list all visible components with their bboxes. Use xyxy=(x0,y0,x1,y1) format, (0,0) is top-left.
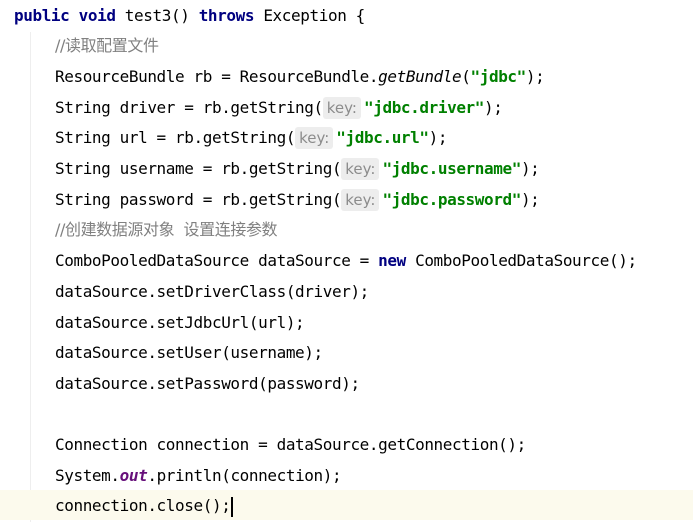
keyword-throws: throws xyxy=(198,6,255,25)
exception-type: Exception { xyxy=(254,6,365,25)
code-line-new-datasource[interactable]: ComboPooledDataSource dataSource = new C… xyxy=(55,246,637,276)
parameter-hint: key: xyxy=(341,158,380,180)
code-text: String password = rb.getString( xyxy=(55,190,342,209)
code-text: String driver = rb.getString( xyxy=(55,98,323,117)
code-line-resource-bundle[interactable]: ResourceBundle rb = ResourceBundle.getBu… xyxy=(55,62,545,92)
code-text: Connection connection = dataSource.getCo… xyxy=(55,435,526,454)
code-line-set-user[interactable]: dataSource.setUser(username); xyxy=(55,338,323,368)
string-literal: "jdbc.url" xyxy=(336,128,429,147)
code-line-set-password[interactable]: dataSource.setPassword(password); xyxy=(55,369,360,399)
method-name: test3() xyxy=(115,6,199,25)
code-line-comment-datasource[interactable]: //创建数据源对象 设置连接参数 xyxy=(55,215,278,245)
code-text: dataSource.setDriverClass(driver); xyxy=(55,282,369,301)
code-text: ResourceBundle rb = ResourceBundle. xyxy=(55,67,379,86)
code-line-comment-read-config[interactable]: //读取配置文件 xyxy=(55,31,159,61)
text-caret xyxy=(231,496,234,517)
code-text: System. xyxy=(55,466,120,485)
code-line-set-jdbc-url[interactable]: dataSource.setJdbcUrl(url); xyxy=(55,308,305,338)
code-text: dataSource.setJdbcUrl(url); xyxy=(55,313,305,332)
code-text: ); xyxy=(520,159,540,178)
code-line-close-connection[interactable]: connection.close(); xyxy=(55,491,234,521)
code-text: ); xyxy=(525,67,545,86)
code-text: ComboPooledDataSource dataSource = xyxy=(55,251,379,270)
code-line-set-driver-class[interactable]: dataSource.setDriverClass(driver); xyxy=(55,277,369,307)
code-text: .println(connection); xyxy=(147,466,342,485)
code-text: ComboPooledDataSource(); xyxy=(405,251,637,270)
code-text: connection.close(); xyxy=(55,496,231,515)
code-text: dataSource.setPassword(password); xyxy=(55,374,360,393)
code-line-method-signature[interactable]: public void test3() throws Exception { xyxy=(14,1,365,31)
string-literal: "jdbc.password" xyxy=(382,190,521,209)
code-line-username[interactable]: String username = rb.getString(key: "jdbc… xyxy=(55,154,540,184)
code-text: String url = rb.getString( xyxy=(55,128,296,147)
code-line-url[interactable]: String url = rb.getString(key: "jdbc.url"… xyxy=(55,123,448,153)
code-text: ); xyxy=(484,98,503,117)
keyword-void: void xyxy=(78,6,116,25)
code-line-password[interactable]: String password = rb.getString(key: "jdbc… xyxy=(55,185,540,215)
keyword-new: new xyxy=(378,251,406,270)
static-method-call: getBundle xyxy=(378,67,462,86)
code-text: dataSource.setUser(username); xyxy=(55,343,323,362)
comment: //读取配置文件 xyxy=(55,36,159,55)
indent-guide xyxy=(30,32,31,522)
parameter-hint: key: xyxy=(295,127,334,149)
code-editor[interactable]: public void test3() throws Exception { /… xyxy=(0,0,693,532)
comment: //创建数据源对象 设置连接参数 xyxy=(55,220,278,239)
code-text: ( xyxy=(461,67,471,86)
parameter-hint: key: xyxy=(322,97,361,119)
string-literal: "jdbc" xyxy=(470,67,527,86)
code-line-get-connection[interactable]: Connection connection = dataSource.getCo… xyxy=(55,430,526,460)
code-text: ); xyxy=(428,128,448,147)
keyword-public: public xyxy=(14,6,70,25)
code-line-driver[interactable]: String driver = rb.getString(key: "jdbc.d… xyxy=(55,93,503,123)
static-field-out: out xyxy=(119,466,148,485)
string-literal: "jdbc.driver" xyxy=(364,98,485,117)
code-text: ); xyxy=(520,190,540,209)
parameter-hint: key: xyxy=(341,189,380,211)
code-line-println[interactable]: System.out.println(connection); xyxy=(55,461,342,491)
string-literal: "jdbc.username" xyxy=(382,159,521,178)
code-text: String username = rb.getString( xyxy=(55,159,342,178)
